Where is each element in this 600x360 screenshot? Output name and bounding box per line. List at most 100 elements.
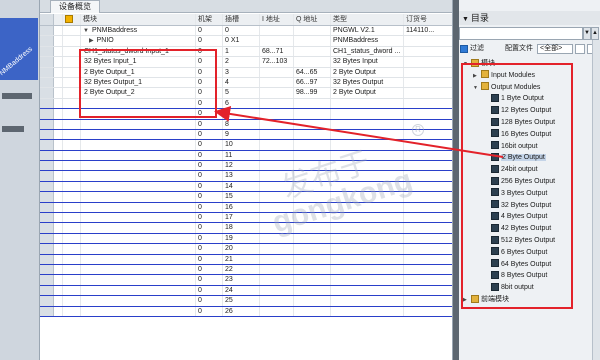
rack-cell[interactable]: 0: [196, 36, 223, 46]
module-cell[interactable]: [81, 275, 196, 285]
module-cell[interactable]: [81, 129, 196, 140]
type-cell[interactable]: [331, 233, 404, 244]
module-cell[interactable]: [81, 140, 196, 150]
empty-slot-row[interactable]: 0 17: [40, 213, 452, 224]
type-cell[interactable]: [331, 109, 404, 119]
i-address-cell[interactable]: [260, 296, 294, 306]
search-down-icon[interactable]: ▼: [583, 27, 591, 40]
type-cell[interactable]: [331, 244, 404, 254]
row-handle[interactable]: [40, 254, 54, 264]
empty-slot-row[interactable]: 0 21: [40, 254, 452, 265]
order-number-cell[interactable]: [404, 99, 452, 108]
row-handle[interactable]: [40, 161, 54, 171]
row-handle[interactable]: [40, 202, 54, 213]
rack-cell[interactable]: 0: [196, 192, 223, 202]
type-cell[interactable]: [331, 223, 404, 233]
rack-cell[interactable]: 0: [196, 140, 223, 150]
row-handle[interactable]: [40, 77, 54, 88]
empty-slot-row[interactable]: 08: [40, 119, 452, 130]
i-address-cell[interactable]: [260, 67, 294, 77]
slot-cell[interactable]: 19: [223, 233, 260, 244]
order-number-cell[interactable]: 114110...: [404, 26, 452, 35]
collapse-arrow-icon[interactable]: ▶: [89, 38, 94, 44]
module-cell[interactable]: [81, 192, 196, 202]
type-cell[interactable]: CH1_status_dword ...: [331, 46, 404, 57]
q-address-cell[interactable]: [294, 254, 331, 264]
slot-cell[interactable]: 22: [223, 264, 260, 275]
i-address-cell[interactable]: [260, 77, 294, 88]
slot-cell[interactable]: 24: [223, 285, 260, 296]
catalog-title[interactable]: ▼ 目录: [459, 11, 600, 25]
i-address-cell[interactable]: 72...103: [260, 57, 294, 67]
table-row[interactable]: ▼ PNMBaddress 0 0 PNGWL V2.1 114110...: [40, 26, 452, 37]
module-cell[interactable]: [81, 306, 196, 316]
slot-cell[interactable]: 2: [223, 57, 260, 67]
rack-cell[interactable]: 0: [196, 275, 223, 285]
rack-cell[interactable]: 0: [196, 254, 223, 264]
order-number-cell[interactable]: [404, 140, 452, 149]
order-number-cell[interactable]: [404, 223, 452, 232]
slot-cell[interactable]: 23: [223, 275, 260, 285]
q-address-cell[interactable]: [294, 109, 331, 119]
empty-slot-row[interactable]: 0 26: [40, 306, 452, 317]
module-cell[interactable]: [81, 296, 196, 306]
q-address-cell[interactable]: [294, 26, 331, 36]
row-handle[interactable]: [40, 275, 54, 285]
device-block[interactable]: NMBaddress: [0, 18, 38, 80]
row-handle[interactable]: [40, 26, 54, 36]
column-header-type[interactable]: 类型: [331, 14, 404, 25]
expand-arrow-icon[interactable]: ▼: [83, 28, 89, 34]
slot-cell[interactable]: 11: [223, 150, 260, 161]
type-cell[interactable]: [331, 296, 404, 306]
column-header-rack[interactable]: 机架: [196, 14, 223, 25]
empty-slot-row[interactable]: 0 20: [40, 244, 452, 255]
slot-cell[interactable]: 12: [223, 161, 260, 171]
i-address-cell[interactable]: [260, 88, 294, 98]
rack-cell[interactable]: 0: [196, 306, 223, 316]
slot-cell[interactable]: 0 X1: [223, 36, 260, 46]
slot-cell[interactable]: 16: [223, 202, 260, 213]
q-address-cell[interactable]: [294, 275, 331, 285]
order-number-cell[interactable]: [404, 213, 452, 222]
type-cell[interactable]: [331, 119, 404, 129]
q-address-cell[interactable]: 64...65: [294, 67, 331, 77]
row-handle[interactable]: [40, 129, 54, 140]
row-handle[interactable]: [40, 306, 54, 316]
q-address-cell[interactable]: 66...97: [294, 77, 331, 88]
slot-cell[interactable]: 14: [223, 181, 260, 192]
row-handle[interactable]: [40, 140, 54, 150]
slot-cell[interactable]: 4: [223, 77, 260, 88]
type-cell[interactable]: 32 Bytes Input: [331, 57, 404, 67]
slot-cell[interactable]: 21: [223, 254, 260, 264]
q-address-cell[interactable]: [294, 98, 331, 109]
order-number-cell[interactable]: [404, 265, 452, 274]
module-cell[interactable]: [81, 119, 196, 129]
rack-cell[interactable]: 0: [196, 150, 223, 161]
module-filter-icon[interactable]: [65, 14, 73, 23]
row-handle[interactable]: [40, 109, 54, 119]
slot-cell[interactable]: 1: [223, 46, 260, 57]
order-number-cell[interactable]: [404, 36, 452, 45]
rack-cell[interactable]: 0: [196, 129, 223, 140]
row-handle[interactable]: [40, 57, 54, 67]
type-cell[interactable]: [331, 285, 404, 296]
i-address-cell[interactable]: [260, 36, 294, 46]
empty-slot-row[interactable]: 0 18: [40, 223, 452, 234]
row-handle[interactable]: [40, 192, 54, 202]
i-address-cell[interactable]: [260, 26, 294, 36]
i-address-cell[interactable]: [260, 150, 294, 161]
slot-cell[interactable]: 0: [223, 26, 260, 36]
module-cell[interactable]: [81, 161, 196, 171]
empty-slot-row[interactable]: 0 19: [40, 233, 452, 245]
type-cell[interactable]: 32 Bytes Output: [331, 77, 404, 88]
type-cell[interactable]: [331, 306, 404, 316]
slot-cell[interactable]: 20: [223, 244, 260, 254]
empty-slot-row[interactable]: 09: [40, 129, 452, 141]
row-handle[interactable]: [40, 264, 54, 275]
type-cell[interactable]: [331, 129, 404, 140]
rack-cell[interactable]: 0: [196, 181, 223, 192]
row-handle[interactable]: [40, 223, 54, 233]
i-address-cell[interactable]: [260, 275, 294, 285]
row-handle[interactable]: [40, 88, 54, 98]
q-address-cell[interactable]: [294, 244, 331, 254]
